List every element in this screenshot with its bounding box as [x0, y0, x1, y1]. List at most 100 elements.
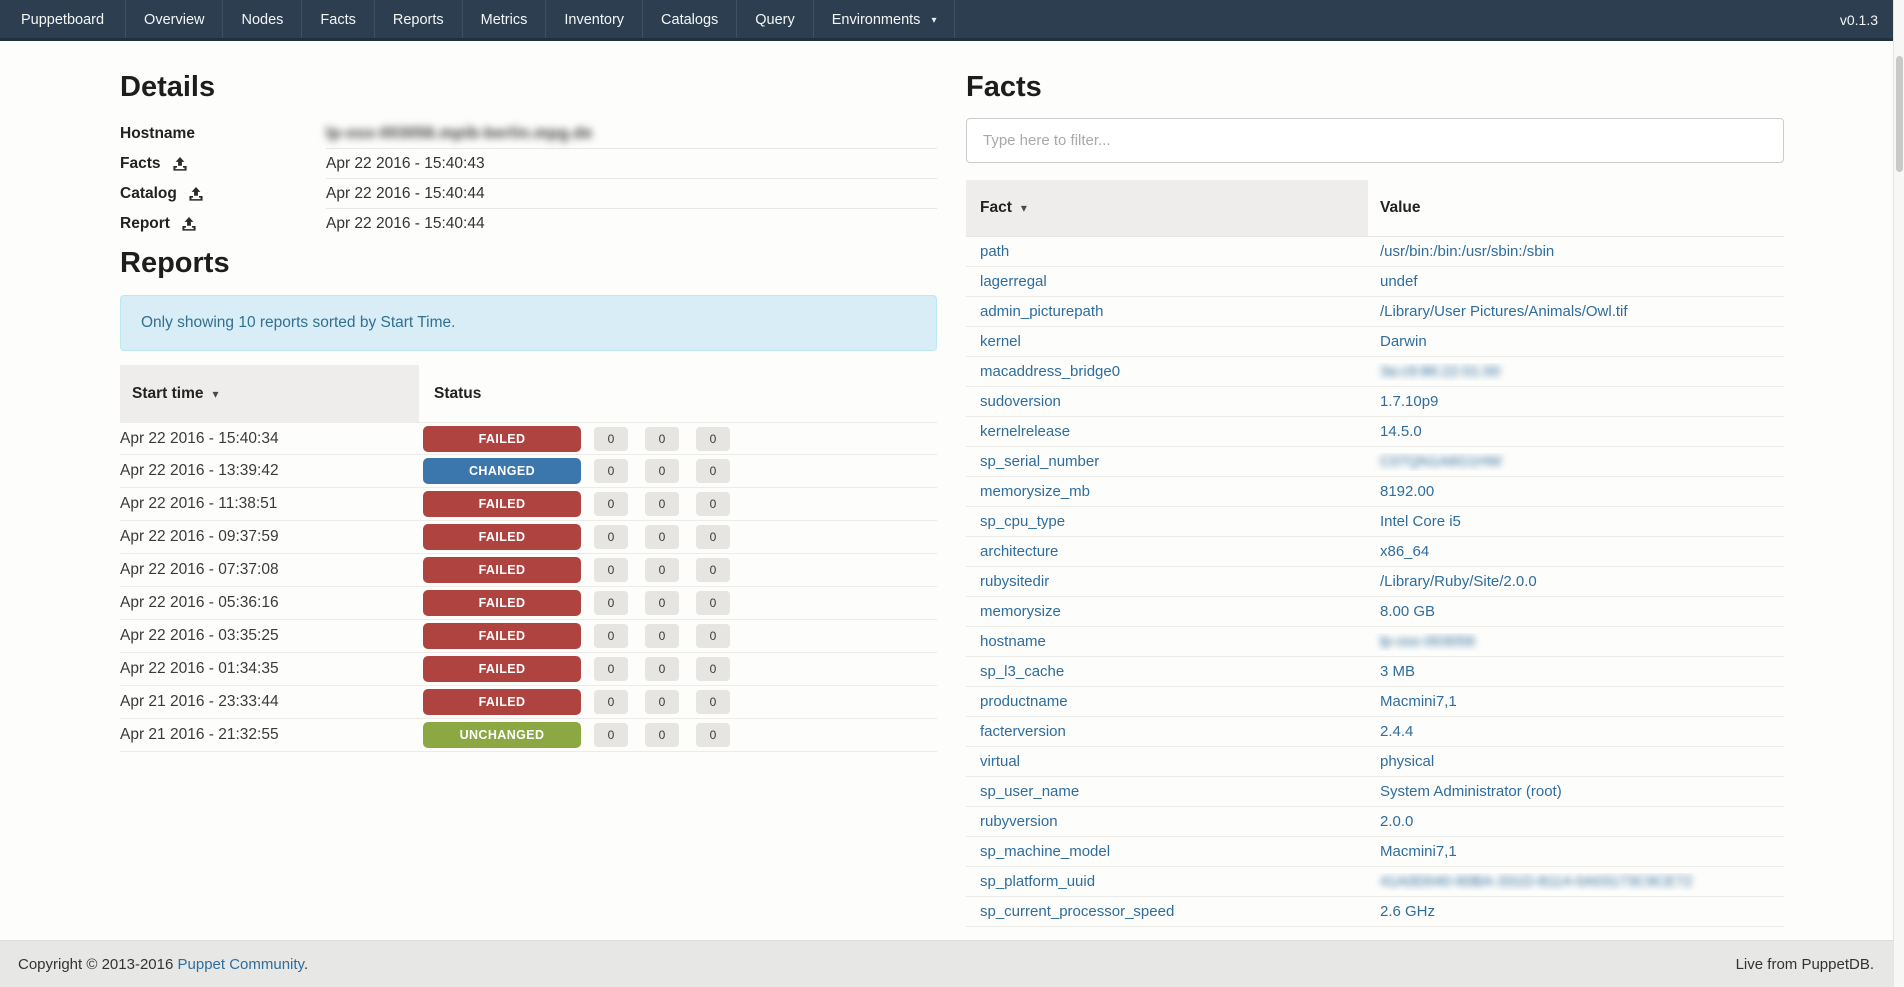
status-badge: FAILED: [423, 656, 581, 682]
fact-value-link[interactable]: System Administrator (root): [1380, 783, 1562, 800]
nav-nodes[interactable]: Nodes: [222, 0, 301, 38]
fact-row: sp_l3_cache 3 MB: [966, 657, 1784, 687]
nav-metrics[interactable]: Metrics: [462, 0, 546, 38]
fact-row: sudoversion 1.7.10p9: [966, 387, 1784, 417]
column-header-fact[interactable]: Fact ▾: [966, 180, 1368, 236]
column-header-status[interactable]: Status: [419, 365, 937, 422]
fact-value-link[interactable]: 8192.00: [1380, 483, 1434, 500]
fact-value-link[interactable]: /usr/bin:/bin:/usr/sbin:/sbin: [1380, 243, 1554, 260]
fact-row: hostname lp-osx-003056: [966, 627, 1784, 657]
fact-name-link[interactable]: hostname: [980, 633, 1046, 650]
fact-value-link[interactable]: 2.6 GHz: [1380, 903, 1435, 920]
fact-row: facterversion 2.4.4: [966, 717, 1784, 747]
fact-value-link[interactable]: lp-osx-003056: [1380, 633, 1475, 650]
navbar: Puppetboard Overview Nodes Facts Reports…: [0, 0, 1904, 41]
fact-name-link[interactable]: macaddress_bridge0: [980, 363, 1120, 380]
fact-value-link[interactable]: 3 MB: [1380, 663, 1415, 680]
fact-name-link[interactable]: lagerregal: [980, 273, 1047, 290]
fact-value-link[interactable]: physical: [1380, 753, 1434, 770]
fact-name-link[interactable]: virtual: [980, 753, 1020, 770]
fact-value-link[interactable]: /Library/Ruby/Site/2.0.0: [1380, 573, 1537, 590]
fact-name-link[interactable]: kernel: [980, 333, 1021, 350]
fact-name-link[interactable]: memorysize: [980, 603, 1061, 620]
report-status-cell: FAILED 0 0 0: [419, 524, 937, 550]
fact-value-cell: lp-osx-003056: [1368, 633, 1784, 651]
nav-catalogs[interactable]: Catalogs: [642, 0, 736, 38]
fact-name-link[interactable]: sp_cpu_type: [980, 513, 1065, 530]
fact-name-cell: path: [966, 243, 1368, 261]
count-badge: 0: [594, 558, 628, 582]
fact-name-cell: sp_cpu_type: [966, 513, 1368, 531]
fact-value-link[interactable]: Darwin: [1380, 333, 1427, 350]
nav-inventory[interactable]: Inventory: [545, 0, 642, 38]
nav-facts[interactable]: Facts: [301, 0, 373, 38]
fact-name-cell: virtual: [966, 753, 1368, 771]
count-badge: 0: [594, 591, 628, 615]
fact-value-link[interactable]: Macmini7,1: [1380, 843, 1457, 860]
count-badge: 0: [696, 492, 730, 516]
fact-value-link[interactable]: 14.5.0: [1380, 423, 1422, 440]
nav-reports[interactable]: Reports: [374, 0, 462, 38]
report-row: Apr 21 2016 - 21:32:55 UNCHANGED 0 0 0: [120, 719, 937, 752]
fact-value-link[interactable]: 3a:c9:86:22:01:00: [1380, 363, 1500, 380]
fact-value-link[interactable]: 2.4.4: [1380, 723, 1413, 740]
column-header-start-time[interactable]: Start time ▾: [120, 365, 419, 422]
status-badge: CHANGED: [423, 458, 581, 484]
fact-value-link[interactable]: undef: [1380, 273, 1418, 290]
fact-name-link[interactable]: sp_machine_model: [980, 843, 1110, 860]
fact-value-link[interactable]: x86_64: [1380, 543, 1429, 560]
fact-value-link[interactable]: C07QN1A6G1HW: [1380, 453, 1502, 470]
fact-name-link[interactable]: kernelrelease: [980, 423, 1070, 440]
details-label-cell: Report: [120, 209, 326, 239]
fact-value-link[interactable]: 8.00 GB: [1380, 603, 1435, 620]
fact-name-link[interactable]: path: [980, 243, 1009, 260]
details-title: Details: [120, 69, 937, 105]
fact-name-link[interactable]: rubysitedir: [980, 573, 1049, 590]
fact-value-link[interactable]: 1.7.10p9: [1380, 393, 1438, 410]
details-label: Hostname: [120, 125, 195, 143]
report-row: Apr 22 2016 - 05:36:16 FAILED 0 0 0: [120, 587, 937, 620]
fact-name-link[interactable]: facterversion: [980, 723, 1066, 740]
nav-query[interactable]: Query: [736, 0, 813, 38]
fact-value-link[interactable]: 2.0.0: [1380, 813, 1413, 830]
fact-name-cell: sp_current_processor_speed: [966, 903, 1368, 921]
fact-value-cell: 14.5.0: [1368, 423, 1784, 441]
fact-row: memorysize_mb 8192.00: [966, 477, 1784, 507]
fact-value-link[interactable]: Intel Core i5: [1380, 513, 1461, 530]
fact-value-cell: Darwin: [1368, 333, 1784, 351]
scrollbar-thumb[interactable]: [1896, 56, 1903, 172]
vertical-scrollbar[interactable]: [1893, 0, 1904, 987]
nav-overview[interactable]: Overview: [125, 0, 222, 38]
fact-name-link[interactable]: sp_current_processor_speed: [980, 903, 1174, 920]
fact-value-link[interactable]: Macmini7,1: [1380, 693, 1457, 710]
report-status-cell: FAILED 0 0 0: [419, 491, 937, 517]
upload-icon: [173, 157, 187, 171]
fact-name-link[interactable]: sp_platform_uuid: [980, 873, 1095, 890]
fact-name-link[interactable]: productname: [980, 693, 1068, 710]
fact-name-link[interactable]: sp_l3_cache: [980, 663, 1064, 680]
fact-value-link[interactable]: 41A0D040-60BA-331D-8114-0A03173C9CE72: [1380, 873, 1692, 890]
fact-value-link[interactable]: /Library/User Pictures/Animals/Owl.tif: [1380, 303, 1628, 320]
navbar-brand[interactable]: Puppetboard: [0, 0, 125, 38]
count-badge: 0: [594, 492, 628, 516]
fact-value-cell: Intel Core i5: [1368, 513, 1784, 531]
details-row: Report Apr 22 2016 - 15:40:44: [120, 209, 937, 239]
fact-value-cell: 41A0D040-60BA-331D-8114-0A03173C9CE72: [1368, 873, 1784, 891]
fact-name-link[interactable]: architecture: [980, 543, 1058, 560]
fact-name-link[interactable]: sudoversion: [980, 393, 1061, 410]
fact-name-link[interactable]: sp_user_name: [980, 783, 1079, 800]
fact-row: sp_current_processor_speed 2.6 GHz: [966, 897, 1784, 927]
fact-row: rubyversion 2.0.0: [966, 807, 1784, 837]
fact-name-cell: sp_platform_uuid: [966, 873, 1368, 891]
column-header-value[interactable]: Value: [1368, 180, 1784, 236]
fact-name-link[interactable]: memorysize_mb: [980, 483, 1090, 500]
fact-name-link[interactable]: sp_serial_number: [980, 453, 1099, 470]
puppet-community-link[interactable]: Puppet Community: [178, 956, 304, 973]
fact-value-cell: 2.6 GHz: [1368, 903, 1784, 921]
fact-name-link[interactable]: admin_picturepath: [980, 303, 1103, 320]
facts-filter-input[interactable]: [966, 118, 1784, 163]
fact-name-link[interactable]: rubyversion: [980, 813, 1058, 830]
report-start-time: Apr 22 2016 - 13:39:42: [120, 462, 419, 480]
nav-environments-dropdown[interactable]: Environments ▾: [813, 0, 956, 38]
details-row: Facts Apr 22 2016 - 15:40:43: [120, 149, 937, 179]
